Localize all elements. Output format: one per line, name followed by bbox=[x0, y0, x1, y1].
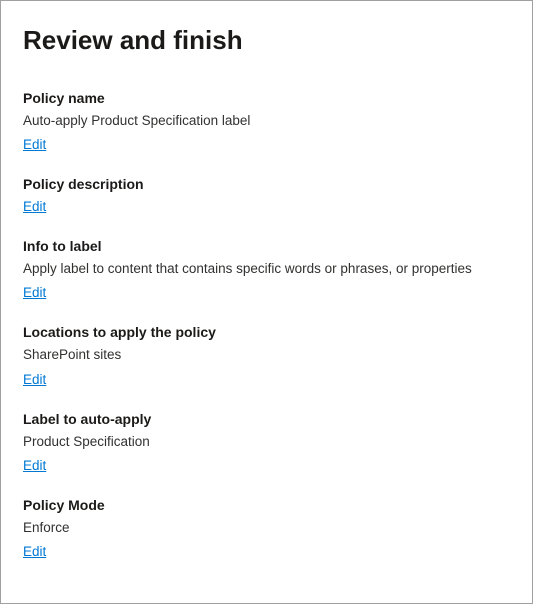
section-locations: Locations to apply the policy SharePoint… bbox=[23, 324, 510, 388]
edit-locations-link[interactable]: Edit bbox=[23, 372, 46, 387]
section-policy-name: Policy name Auto-apply Product Specifica… bbox=[23, 90, 510, 154]
policy-mode-value: Enforce bbox=[23, 519, 510, 537]
info-to-label-label: Info to label bbox=[23, 238, 510, 254]
policy-name-value: Auto-apply Product Specification label bbox=[23, 112, 510, 130]
edit-policy-name-link[interactable]: Edit bbox=[23, 137, 46, 152]
locations-label: Locations to apply the policy bbox=[23, 324, 510, 340]
edit-policy-description-link[interactable]: Edit bbox=[23, 199, 46, 214]
section-label-to-apply: Label to auto-apply Product Specificatio… bbox=[23, 411, 510, 475]
review-panel: Review and finish Policy name Auto-apply… bbox=[0, 0, 533, 604]
policy-description-label: Policy description bbox=[23, 176, 510, 192]
section-policy-mode: Policy Mode Enforce Edit bbox=[23, 497, 510, 561]
policy-name-label: Policy name bbox=[23, 90, 510, 106]
info-to-label-value: Apply label to content that contains spe… bbox=[23, 260, 510, 278]
label-to-apply-label: Label to auto-apply bbox=[23, 411, 510, 427]
page-title: Review and finish bbox=[23, 25, 510, 56]
section-info-to-label: Info to label Apply label to content tha… bbox=[23, 238, 510, 302]
locations-value: SharePoint sites bbox=[23, 346, 510, 364]
edit-policy-mode-link[interactable]: Edit bbox=[23, 544, 46, 559]
edit-info-to-label-link[interactable]: Edit bbox=[23, 285, 46, 300]
policy-mode-label: Policy Mode bbox=[23, 497, 510, 513]
label-to-apply-value: Product Specification bbox=[23, 433, 510, 451]
edit-label-to-apply-link[interactable]: Edit bbox=[23, 458, 46, 473]
section-policy-description: Policy description Edit bbox=[23, 176, 510, 216]
